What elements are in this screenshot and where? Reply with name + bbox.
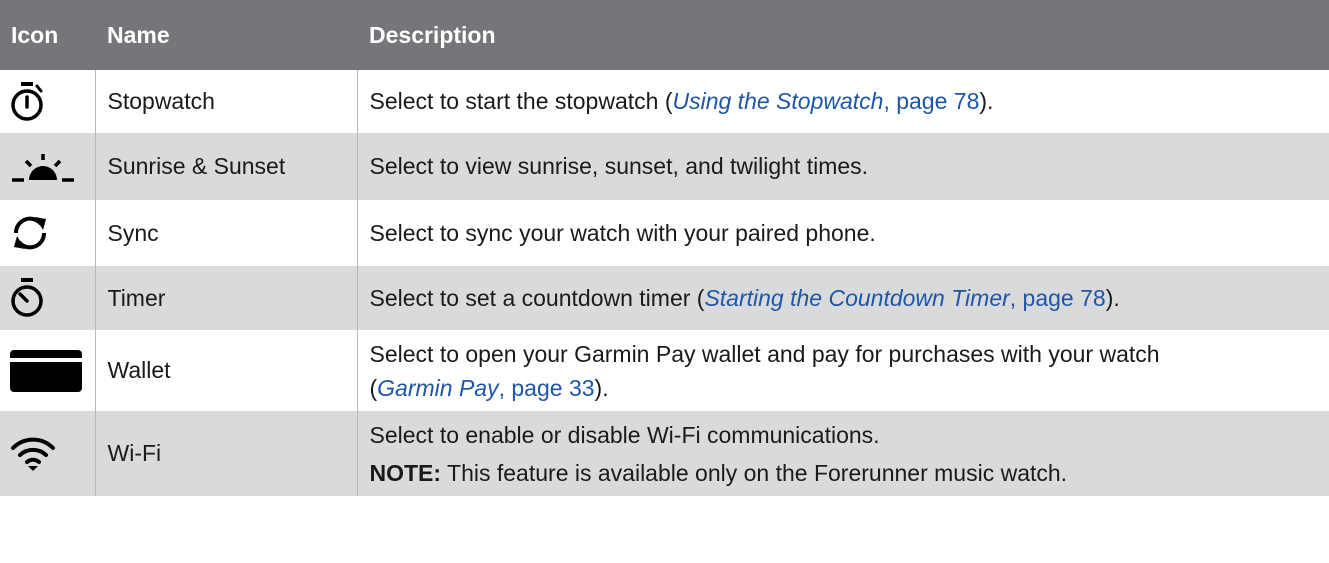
table-row: Wi-Fi Select to enable or disable Wi-Fi … xyxy=(0,411,1329,496)
icon-cell xyxy=(0,133,95,200)
icon-cell xyxy=(0,411,95,496)
row-name: Sync xyxy=(94,200,357,266)
row-name: Wi-Fi xyxy=(94,411,357,496)
row-description: Select to view sunrise, sunset, and twil… xyxy=(356,133,1329,200)
cross-reference-link[interactable]: Using the Stopwatch, page 78 xyxy=(672,88,979,114)
row-name: Sunrise & Sunset xyxy=(94,133,357,200)
row-description: Select to enable or disable Wi-Fi commun… xyxy=(356,411,1329,496)
table-row: Sync Select to sync your watch with your… xyxy=(0,200,1329,266)
row-name: Timer xyxy=(94,266,357,330)
wifi-icon xyxy=(11,437,55,471)
header-description: Description xyxy=(357,0,1329,70)
stopwatch-icon xyxy=(11,81,43,121)
row-name: Stopwatch xyxy=(94,70,357,133)
table-row: Wallet Select to open your Garmin Pay wa… xyxy=(0,330,1329,411)
row-description: Select to set a countdown timer (Startin… xyxy=(356,266,1329,330)
icon-cell xyxy=(0,70,95,133)
note-label: NOTE: xyxy=(369,459,442,486)
row-description: Select to start the stopwatch (Using the… xyxy=(356,70,1329,133)
wallet-icon xyxy=(10,349,82,392)
timer-icon xyxy=(11,278,43,317)
header-name: Name xyxy=(95,0,357,70)
cross-reference-link[interactable]: Garmin Pay, page 33 xyxy=(377,375,594,401)
icon-reference-table: Icon Name Description Stopwatch Select t… xyxy=(0,0,1329,496)
row-description: Select to open your Garmin Pay wallet an… xyxy=(356,330,1329,411)
sunrise-sunset-icon xyxy=(12,153,74,182)
table-row: Sunrise & Sunset Select to view sunrise,… xyxy=(0,133,1329,200)
header-icon: Icon xyxy=(0,0,95,70)
table-row: Stopwatch Select to start the stopwatch … xyxy=(0,70,1329,133)
icon-cell xyxy=(0,330,95,411)
icon-cell xyxy=(0,200,95,266)
table-header-row: Icon Name Description xyxy=(0,0,1329,70)
table-row: Timer Select to set a countdown timer (S… xyxy=(0,266,1329,330)
icon-cell xyxy=(0,266,95,330)
row-description: Select to sync your watch with your pair… xyxy=(356,200,1329,266)
row-name: Wallet xyxy=(94,330,357,411)
sync-icon xyxy=(13,216,47,250)
cross-reference-link[interactable]: Starting the Countdown Timer, page 78 xyxy=(704,285,1105,311)
